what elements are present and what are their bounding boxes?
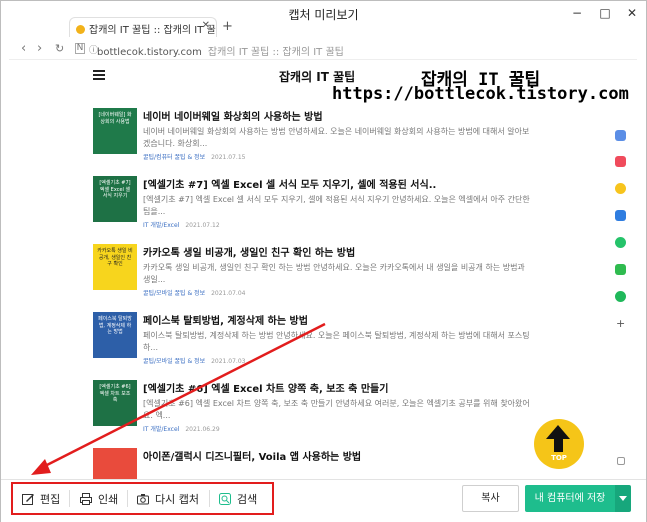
edit-button[interactable]: 편집 [21,490,60,508]
copy-button[interactable]: 복사 [462,485,519,512]
print-button[interactable]: 인쇄 [79,490,118,508]
toolbar-divider [127,490,128,507]
toolbar-divider [209,490,210,507]
recapture-button[interactable]: 다시 캡처 [136,490,199,508]
recapture-label: 다시 캡처 [155,493,199,506]
save-options-dropdown[interactable] [615,485,631,512]
annotation-arrow [31,322,326,475]
print-icon [80,493,92,505]
capture-preview-window: 캡처 미리보기 − □ ✕ 잡캐의 IT 꿀팁 :: 잡캐의 IT 꿀팁 ✕ +… [0,0,647,522]
edit-label: 편집 [40,493,61,506]
search-label: 검색 [237,493,258,506]
image-search-icon [219,493,231,505]
camera-icon [137,494,149,505]
edit-icon [22,494,34,505]
save-to-pc-button[interactable]: 내 컴퓨터에 저장 [525,485,615,512]
print-label: 인쇄 [98,493,119,506]
toolbar-divider [69,490,70,507]
search-button[interactable]: 검색 [218,490,257,508]
